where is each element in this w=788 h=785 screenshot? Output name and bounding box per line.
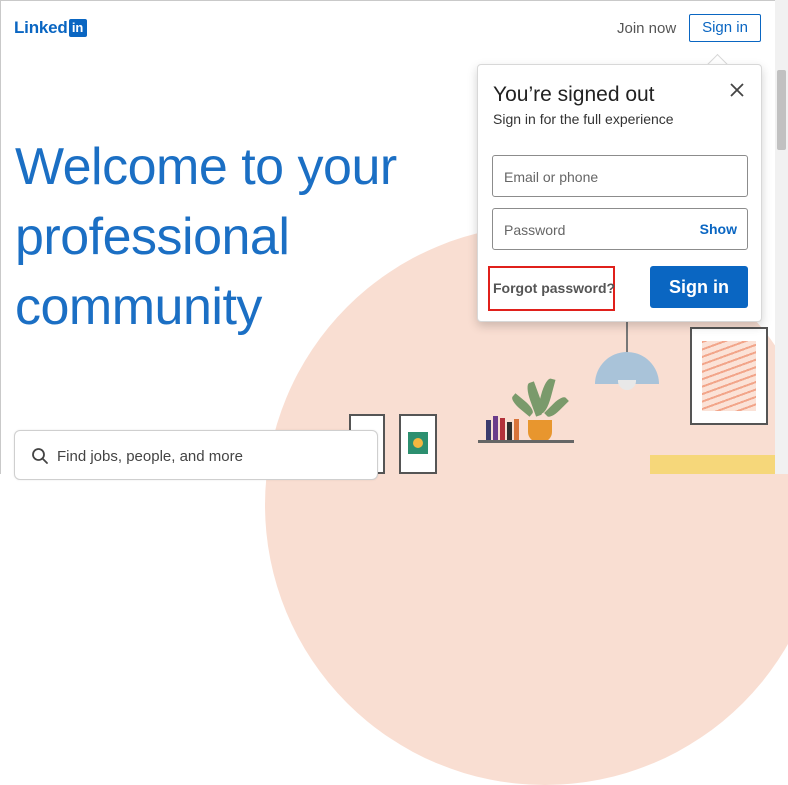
illustration-lamp-cord [626,322,628,354]
password-placeholder: Password [504,222,566,238]
header-sign-in-button[interactable]: Sign in [689,14,761,42]
illustration-photo-sun [413,438,423,448]
hero-headline-line: professional [15,208,290,266]
sign-in-button[interactable]: Sign in [650,266,748,308]
illustration-plant-pot [528,420,552,442]
search-icon [32,448,48,464]
popup-title: You’re signed out [493,83,655,106]
illustration-book [507,422,512,440]
scrollbar-thumb[interactable] [777,70,786,150]
window-left-border [0,0,1,474]
illustration-book [500,418,505,440]
illustration-shelf [478,440,574,443]
email-field[interactable]: Email or phone [492,155,748,197]
illustration-yellow-block [650,455,775,474]
window-top-border [0,0,788,1]
job-search-input[interactable]: Find jobs, people, and more [14,430,378,480]
search-placeholder: Find jobs, people, and more [57,448,243,465]
linkedin-logo[interactable]: Linked in [14,18,87,38]
illustration-frame-photo [399,414,437,474]
hero-headline-line: Welcome to your [15,138,397,196]
logo-wordmark: Linked [14,18,68,37]
password-field[interactable]: Password Show [492,208,748,250]
signed-out-popup: You’re signed out Sign in for the full e… [477,64,762,322]
show-password-button[interactable]: Show [700,221,737,237]
forgot-password-link[interactable]: Forgot password? [493,280,615,296]
illustration-book [493,416,498,440]
illustration-book [514,419,519,440]
email-placeholder: Email or phone [504,169,599,185]
close-icon[interactable] [728,81,746,99]
logo-in-box: in [68,19,87,37]
hero-headline-line: community [15,278,262,336]
join-now-link[interactable]: Join now [617,20,676,37]
hero-headline: Welcome to your professional community [15,132,455,342]
illustration-book [486,420,491,440]
illustration-art-frame [690,327,768,425]
illustration-art [702,341,756,411]
popup-subtitle: Sign in for the full experience [493,111,674,127]
